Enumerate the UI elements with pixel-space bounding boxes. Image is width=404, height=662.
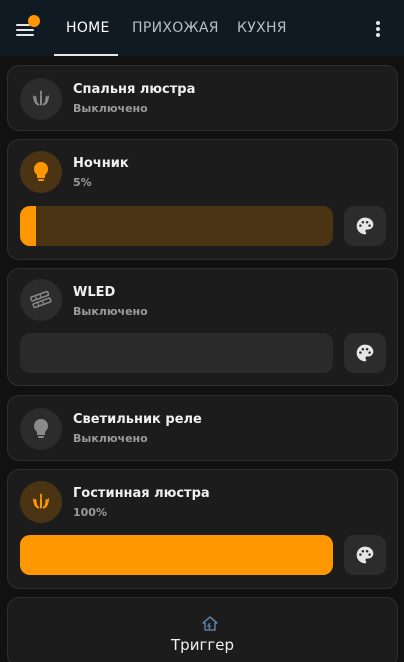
top-app-bar: HOME ПРИХОЖАЯ КУХНЯ — [0, 0, 404, 56]
menu-icon-line — [16, 24, 30, 26]
light-card-night-light[interactable]: Ночник 5% — [7, 139, 398, 260]
brightness-slider-fill — [20, 206, 36, 246]
color-palette-button[interactable] — [344, 535, 386, 575]
light-card-relay-lamp[interactable]: Светильник реле Выключено — [7, 395, 398, 461]
chandelier-icon[interactable] — [20, 78, 62, 120]
light-name: Ночник — [73, 156, 129, 171]
more-dot — [376, 33, 380, 37]
active-tab-indicator — [54, 54, 118, 56]
brightness-slider[interactable] — [20, 333, 333, 373]
palette-icon — [356, 217, 374, 235]
more-dot — [376, 27, 380, 31]
brightness-slider[interactable] — [20, 535, 333, 575]
light-card-living-room-chandelier[interactable]: Гостинная люстра 100% — [7, 469, 398, 589]
light-state: 5% — [73, 176, 92, 189]
brightness-slider-fill — [20, 535, 333, 575]
notification-dot-icon — [28, 15, 40, 27]
light-name: Светильник реле — [73, 412, 202, 427]
brightness-slider[interactable] — [20, 206, 333, 246]
tab-kitchen[interactable]: КУХНЯ — [237, 0, 287, 56]
palette-icon — [356, 546, 374, 564]
tab-hallway[interactable]: ПРИХОЖАЯ — [132, 0, 219, 56]
led-strip-icon[interactable] — [20, 279, 62, 321]
more-options-button[interactable] — [370, 18, 386, 40]
tab-home[interactable]: HOME — [66, 0, 110, 56]
light-state: Выключено — [73, 432, 148, 445]
light-name: Гостинная люстра — [73, 486, 210, 501]
more-dot — [376, 21, 380, 25]
lightbulb-icon[interactable] — [20, 151, 62, 193]
palette-icon — [356, 344, 374, 362]
color-palette-button[interactable] — [344, 206, 386, 246]
light-name: Спальня люстра — [73, 82, 196, 97]
menu-icon-line — [16, 34, 34, 36]
light-card-wled[interactable]: WLED Выключено — [7, 268, 398, 386]
light-state: 100% — [73, 506, 107, 519]
trigger-label: Триггер — [171, 636, 234, 654]
color-palette-button[interactable] — [344, 333, 386, 373]
trigger-button[interactable]: Триггер — [7, 597, 398, 662]
lightbulb-icon[interactable] — [20, 408, 62, 450]
menu-icon-line — [16, 29, 34, 31]
chandelier-icon[interactable] — [20, 481, 62, 523]
light-name: WLED — [73, 285, 116, 300]
light-state: Выключено — [73, 102, 148, 115]
menu-button[interactable] — [14, 15, 40, 40]
light-state: Выключено — [73, 305, 148, 318]
home-automation-icon — [202, 616, 218, 631]
light-card-bedroom-chandelier[interactable]: Спальня люстра Выключено — [7, 65, 398, 131]
